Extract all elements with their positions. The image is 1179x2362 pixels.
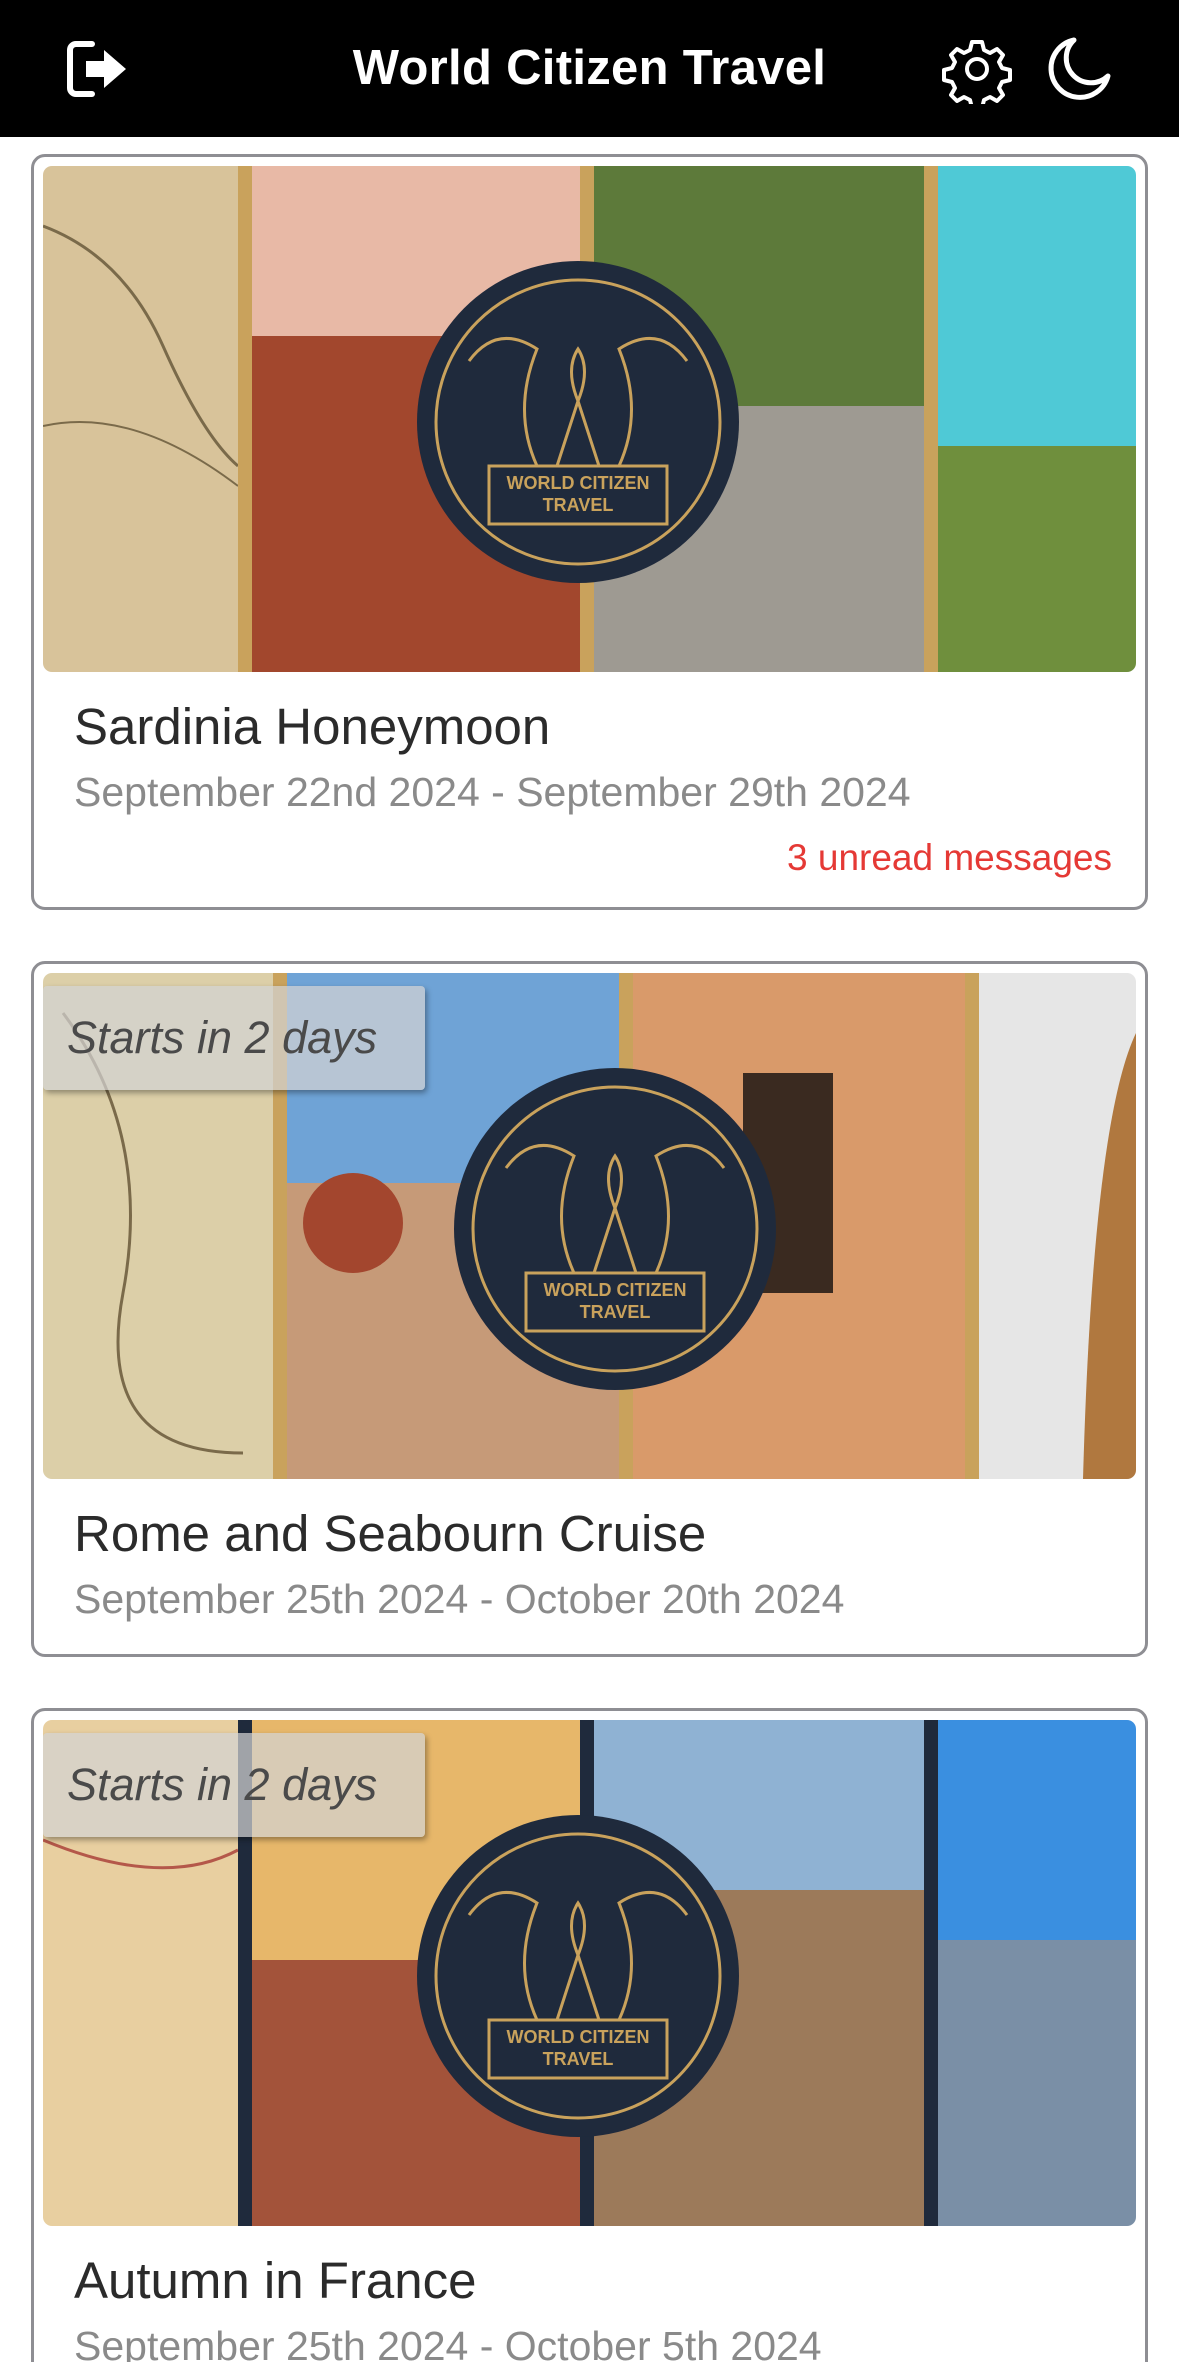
trip-list: WORLD CITIZEN TRAVEL Sardinia Honeymoon … [0, 137, 1179, 2362]
trip-dates: September 25th 2024 - October 20th 2024 [74, 1576, 845, 1622]
trip-banner: WORLD CITIZEN TRAVEL Starts in 2 days [43, 1720, 1136, 2226]
app-header: World Citizen Travel [0, 0, 1179, 137]
starts-soon-badge: Starts in 2 days [43, 986, 425, 1090]
moon-icon[interactable] [1044, 34, 1114, 104]
emblem-text-line1: WORLD CITIZEN [507, 2027, 650, 2047]
brand-emblem: WORLD CITIZEN TRAVEL [417, 261, 739, 583]
emblem-text-line2: TRAVEL [543, 495, 614, 515]
trip-card-rome[interactable]: WORLD CITIZEN TRAVEL Starts in 2 days Ro… [31, 961, 1148, 1657]
brand-emblem: WORLD CITIZEN TRAVEL [454, 1068, 776, 1390]
unread-messages[interactable]: 3 unread messages [787, 837, 1112, 879]
trip-card-sardinia[interactable]: WORLD CITIZEN TRAVEL Sardinia Honeymoon … [31, 154, 1148, 910]
trip-card-france[interactable]: WORLD CITIZEN TRAVEL Starts in 2 days Au… [31, 1708, 1148, 2362]
emblem-text-line2: TRAVEL [543, 2049, 614, 2069]
emblem-text-line1: WORLD CITIZEN [544, 1280, 687, 1300]
brand-emblem: WORLD CITIZEN TRAVEL [417, 1815, 739, 2137]
emblem-text-line1: WORLD CITIZEN [507, 473, 650, 493]
trip-dates: September 22nd 2024 - September 29th 202… [74, 769, 911, 815]
trip-title: Rome and Seabourn Cruise [74, 1505, 707, 1562]
trip-banner: WORLD CITIZEN TRAVEL Starts in 2 days [43, 973, 1136, 1479]
emblem-text-line2: TRAVEL [580, 1302, 651, 1322]
starts-soon-badge: Starts in 2 days [43, 1733, 425, 1837]
gear-icon[interactable] [942, 34, 1012, 110]
trip-title: Autumn in France [74, 2252, 477, 2309]
trip-title: Sardinia Honeymoon [74, 698, 551, 755]
trip-banner: WORLD CITIZEN TRAVEL [43, 166, 1136, 672]
trip-dates: September 25th 2024 - October 5th 2024 [74, 2323, 822, 2362]
